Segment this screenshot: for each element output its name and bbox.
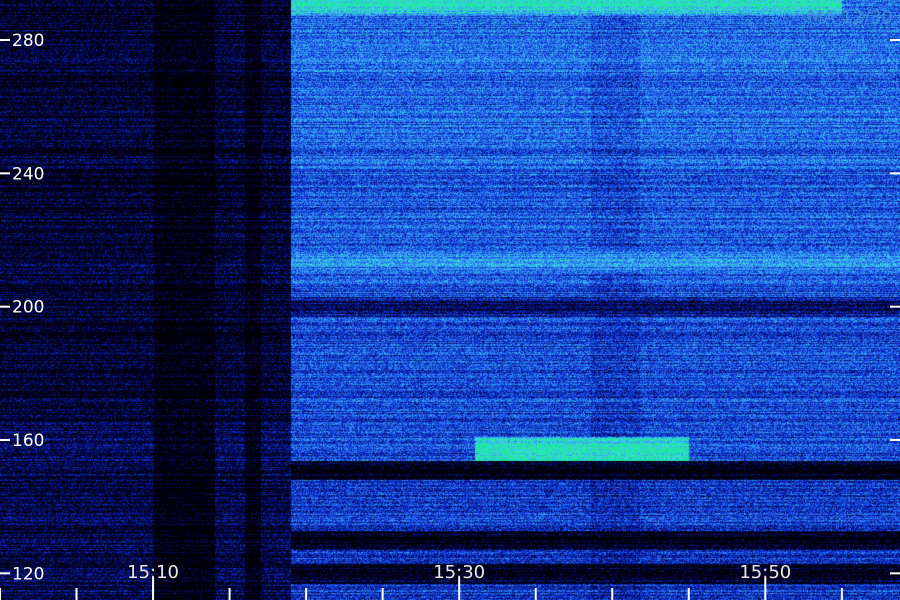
y-tick-label-120: 120 <box>12 564 44 584</box>
y-tick-label-240: 240 <box>12 164 44 184</box>
chart-title: MA 12/30 <box>808 7 893 28</box>
x-tick-label-1550: 15:50 <box>739 562 791 583</box>
x-tick-label-1510: 15:10 <box>127 562 179 583</box>
x-axis: 15:10 15:30 15:50 <box>0 562 843 600</box>
spectrogram-chart: 280 240 200 160 120 15:10 15:30 15:50 MA 12/30 <box>0 0 900 600</box>
chart-axes: 280 240 200 160 120 15:10 15:30 15:50 MA 12/30 <box>0 7 900 600</box>
y-tick-label-160: 160 <box>12 431 44 451</box>
x-tick-label-1530: 15:30 <box>433 562 485 583</box>
y-axis-right <box>890 39 900 575</box>
y-tick-label-280: 280 <box>12 31 44 51</box>
y-axis-left: 280 240 200 160 120 <box>0 31 44 584</box>
y-tick-label-200: 200 <box>12 298 44 318</box>
